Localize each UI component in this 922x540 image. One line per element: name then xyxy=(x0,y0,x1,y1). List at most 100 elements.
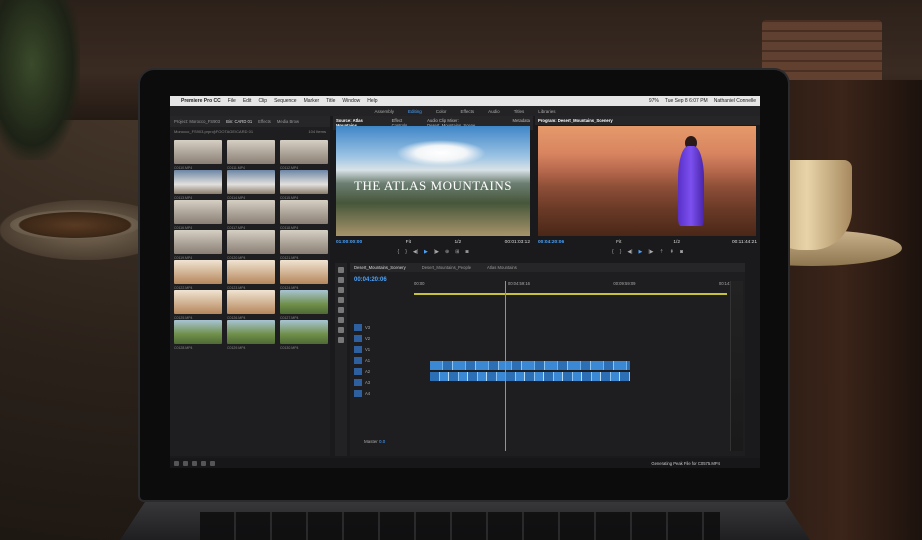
clip-thumbnail[interactable]: C0114.MP4 xyxy=(227,170,275,200)
video-clips-track[interactable] xyxy=(430,361,630,370)
step-back-icon[interactable]: ◀| xyxy=(413,249,418,257)
clock[interactable]: Tue Sep 8 6:07 PM xyxy=(665,98,708,104)
clip-thumbnail[interactable]: C0117.MP4 xyxy=(227,200,275,230)
clip-thumbnail[interactable]: C0121.MP4 xyxy=(280,230,328,260)
tab-sequence-people[interactable]: Desert_Mountains_People xyxy=(422,265,471,270)
lift-icon[interactable]: ⇡ xyxy=(660,249,664,257)
clip-thumbnail[interactable]: C0127.MP4 xyxy=(280,290,328,320)
workspace-libraries[interactable]: Libraries xyxy=(538,109,555,114)
workspace-assembly[interactable]: Assembly xyxy=(374,109,394,114)
timeline-current-timecode[interactable]: 00:04:20:06 xyxy=(354,277,387,283)
step-forward-icon[interactable]: |▶ xyxy=(648,249,653,257)
menu-window[interactable]: Window xyxy=(342,98,360,104)
step-back-icon[interactable]: ◀| xyxy=(627,249,632,257)
insert-icon[interactable]: ⊕ xyxy=(445,249,449,257)
clip-thumbnail[interactable]: C0129.MP4 xyxy=(227,320,275,350)
workspace-titles[interactable]: Titles xyxy=(514,109,525,114)
list-view-icon[interactable] xyxy=(174,460,179,466)
menu-sequence[interactable]: Sequence xyxy=(274,98,297,104)
clip-thumbnail[interactable]: C0130.MP4 xyxy=(280,320,328,350)
clip-thumbnail[interactable]: C0123.MP4 xyxy=(227,260,275,290)
hand-tool-icon[interactable] xyxy=(338,327,344,333)
menu-title[interactable]: Title xyxy=(326,98,335,104)
clip-thumbnail[interactable]: C0128.MP4 xyxy=(174,320,222,350)
razor-tool-icon[interactable] xyxy=(338,297,344,303)
audio-clips-track[interactable] xyxy=(430,372,630,381)
menu-help[interactable]: Help xyxy=(367,98,377,104)
tab-project[interactable]: Project: Morocco_FS903 xyxy=(174,119,220,124)
program-scale-select[interactable]: 1/2 xyxy=(673,240,680,245)
user-name[interactable]: Nathaniel Connelle xyxy=(714,98,756,104)
tab-sequence-scenery[interactable]: Desert_Mountains_Scenery xyxy=(354,265,406,270)
source-video-frame[interactable]: THE ATLAS MOUNTAINS xyxy=(336,126,530,236)
new-item-icon[interactable] xyxy=(201,460,206,466)
tab-effects[interactable]: Effects xyxy=(258,119,271,124)
clip-thumbnail[interactable]: C0122.MP4 xyxy=(174,260,222,290)
source-fit-select[interactable]: Fit xyxy=(406,240,411,245)
ripple-edit-tool-icon[interactable] xyxy=(338,287,344,293)
track-header[interactable]: A3 xyxy=(354,378,410,386)
mark-out-icon[interactable]: } xyxy=(620,249,622,257)
program-timecode-in[interactable]: 00:04:20:06 xyxy=(538,240,564,245)
zoom-tool-icon[interactable] xyxy=(338,337,344,343)
battery-status[interactable]: 97% xyxy=(649,98,659,104)
icon-view-icon[interactable] xyxy=(183,460,188,466)
track-target[interactable] xyxy=(354,356,362,364)
clip-thumbnail[interactable]: C0112.MP4 xyxy=(280,140,328,170)
track-header[interactable]: A2 xyxy=(354,367,410,375)
trash-icon[interactable] xyxy=(210,460,215,466)
source-scale-select[interactable]: 1/2 xyxy=(454,240,461,245)
mark-out-icon[interactable]: } xyxy=(405,249,407,257)
clip-thumbnail[interactable]: C0119.MP4 xyxy=(174,230,222,260)
menu-marker[interactable]: Marker xyxy=(304,98,320,104)
track-target[interactable] xyxy=(354,367,362,375)
track-header[interactable]: A4 xyxy=(354,389,410,397)
tab-bin[interactable]: Bin: CARD 01 xyxy=(226,119,252,124)
clip-thumbnail[interactable]: C0115.MP4 xyxy=(280,170,328,200)
track-target[interactable] xyxy=(354,345,362,353)
new-bin-icon[interactable] xyxy=(192,460,197,466)
track-select-tool-icon[interactable] xyxy=(338,277,344,283)
track-target[interactable] xyxy=(354,323,362,331)
track-target[interactable] xyxy=(354,334,362,342)
track-header[interactable]: A1 xyxy=(354,356,410,364)
source-timecode-in[interactable]: 01:00:00:00 xyxy=(336,240,362,245)
workspace-audio[interactable]: Audio xyxy=(488,109,500,114)
camera-icon[interactable]: ◙ xyxy=(680,249,683,257)
program-video-frame[interactable] xyxy=(538,126,756,236)
track-target[interactable] xyxy=(354,389,362,397)
overwrite-icon[interactable]: ⊞ xyxy=(455,249,459,257)
program-fit-select[interactable]: Fit xyxy=(616,240,621,245)
tab-program[interactable]: Program: Desert_Mountains_Scenery xyxy=(538,118,613,123)
track-header[interactable]: V2 xyxy=(354,334,410,342)
track-header[interactable]: V1 xyxy=(354,345,410,353)
camera-icon[interactable]: ◙ xyxy=(465,249,468,257)
clip-thumbnail[interactable]: C0118.MP4 xyxy=(280,200,328,230)
clip-thumbnail[interactable]: C0120.MP4 xyxy=(227,230,275,260)
mark-in-icon[interactable]: { xyxy=(612,249,614,257)
time-ruler[interactable]: 00:00 00:04:59:16 00:09:59:09 00:14:59:0… xyxy=(414,281,741,291)
selection-tool-icon[interactable] xyxy=(338,267,344,273)
workspace-color[interactable]: Color xyxy=(436,109,447,114)
clip-thumbnail[interactable]: C0116.MP4 xyxy=(174,200,222,230)
play-icon[interactable]: ▶ xyxy=(424,249,428,257)
extract-icon[interactable]: ⇞ xyxy=(670,249,674,257)
menu-clip[interactable]: Clip xyxy=(258,98,267,104)
clip-thumbnail[interactable]: C0124.MP4 xyxy=(280,260,328,290)
play-icon[interactable]: ▶ xyxy=(639,249,643,257)
track-target[interactable] xyxy=(354,378,362,386)
track-header[interactable]: V3 xyxy=(354,323,410,331)
workspace-effects[interactable]: Effects xyxy=(460,109,474,114)
clip-thumbnail[interactable]: C0125.MP4 xyxy=(174,290,222,320)
tab-sequence-atlas[interactable]: Atlas Mountains xyxy=(487,265,517,270)
master-value[interactable]: 0.0 xyxy=(379,439,385,444)
menu-file[interactable]: File xyxy=(228,98,236,104)
app-name-menu[interactable]: Premiere Pro CC xyxy=(181,98,221,104)
slip-tool-icon[interactable] xyxy=(338,307,344,313)
pen-tool-icon[interactable] xyxy=(338,317,344,323)
mark-in-icon[interactable]: { xyxy=(398,249,400,257)
step-forward-icon[interactable]: |▶ xyxy=(434,249,439,257)
clip-thumbnail[interactable]: C0126.MP4 xyxy=(227,290,275,320)
clip-thumbnail[interactable]: C0113.MP4 xyxy=(174,170,222,200)
workspace-editing[interactable]: Editing xyxy=(408,109,422,114)
